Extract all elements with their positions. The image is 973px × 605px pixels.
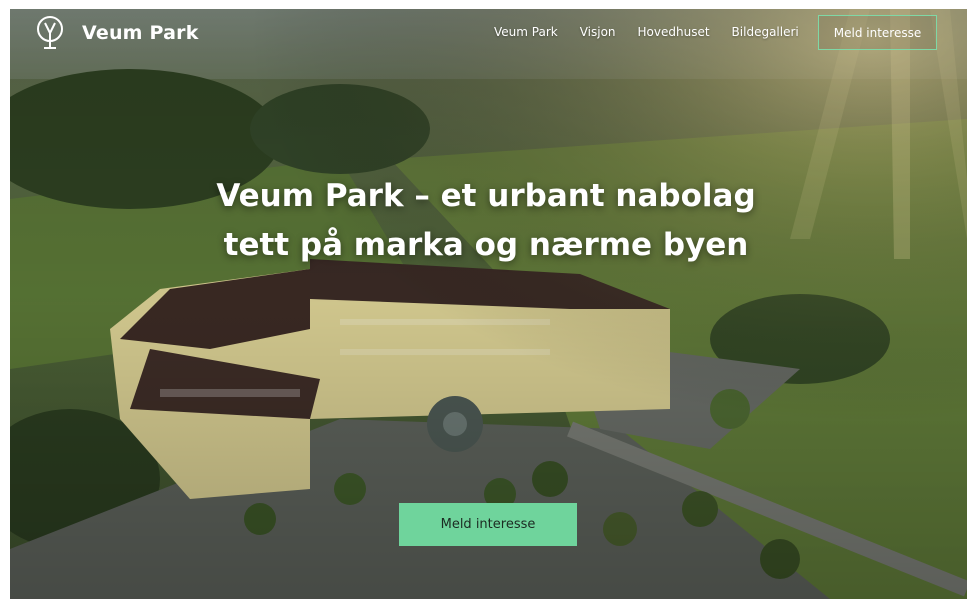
nav-meld-interesse-button[interactable]: Meld interesse (818, 15, 937, 50)
top-navigation: Veum Park Veum Park Visjon Hovedhuset Bi… (10, 9, 967, 57)
main-menu: Veum Park Visjon Hovedhuset Bildegalleri (494, 25, 821, 39)
hero-meld-interesse-button[interactable]: Meld interesse (399, 503, 577, 546)
tree-logo-icon[interactable] (34, 15, 66, 51)
nav-item-hovedhuset[interactable]: Hovedhuset (638, 25, 710, 39)
nav-item-veum-park[interactable]: Veum Park (494, 25, 558, 39)
hero-headline: Veum Park – et urbant nabolag tett på ma… (216, 178, 756, 263)
nav-item-visjon[interactable]: Visjon (580, 25, 616, 39)
brand-name[interactable]: Veum Park (82, 22, 199, 44)
page-frame: Veum Park Veum Park Visjon Hovedhuset Bi… (10, 9, 967, 599)
nav-item-bildegalleri[interactable]: Bildegalleri (732, 25, 799, 39)
